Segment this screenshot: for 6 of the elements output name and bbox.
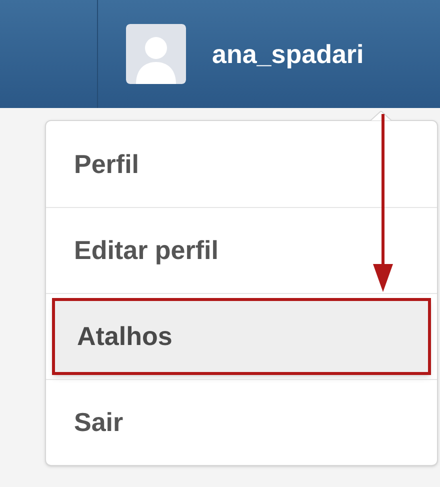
username[interactable]: ana_spadari (212, 34, 364, 74)
menu-item[interactable]: Editar perfil (74, 231, 218, 270)
menu-item[interactable]: Atalhos (52, 298, 431, 375)
menu-item[interactable]: Sair (74, 403, 124, 442)
avatar-icon[interactable] (126, 24, 186, 84)
menu-item[interactable]: Perfil (74, 144, 140, 184)
